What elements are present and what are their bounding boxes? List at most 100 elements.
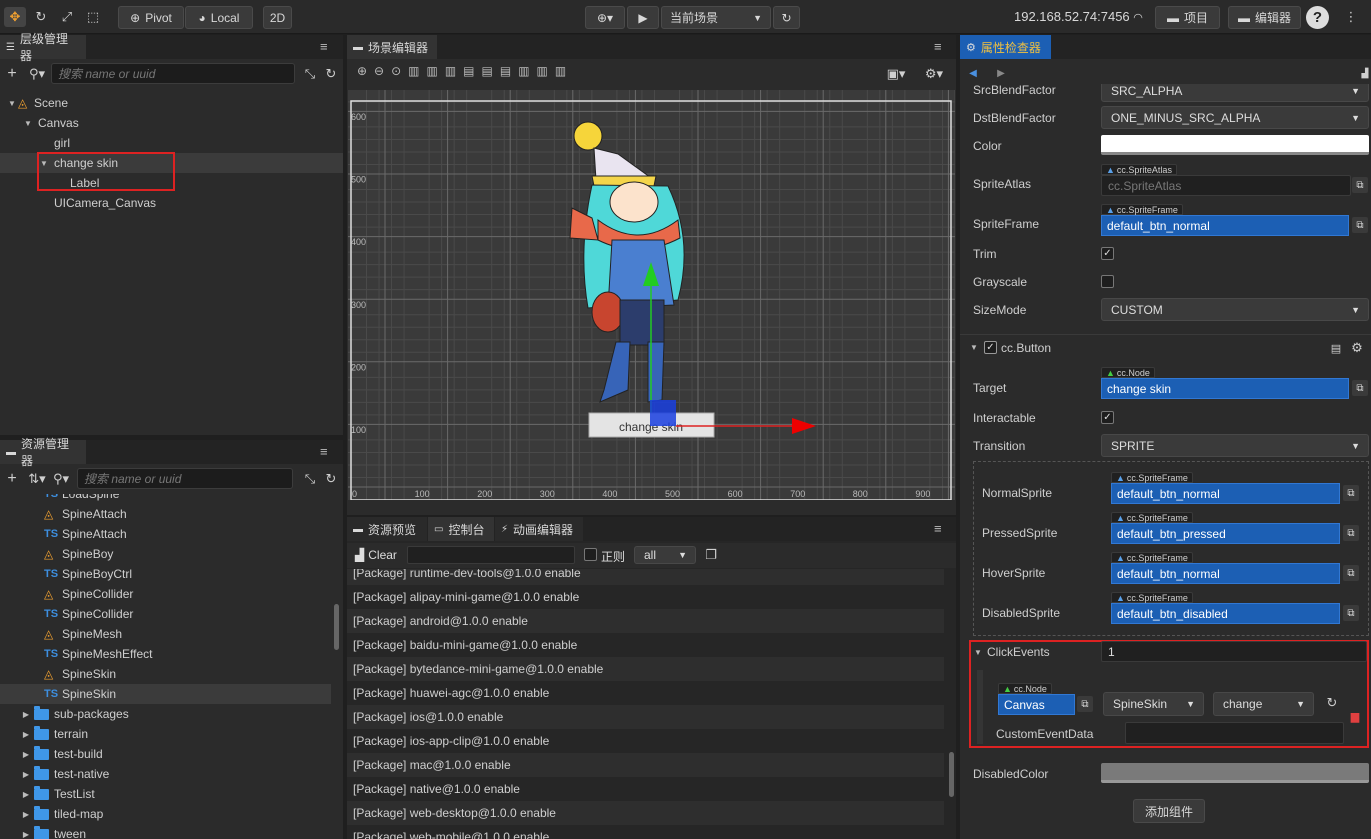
assets-scrollbar[interactable]: [334, 604, 339, 650]
asset-item[interactable]: ◬ SpineMesh: [0, 624, 331, 644]
console-menu-icon[interactable]: ≡: [934, 521, 942, 536]
interactable-checkbox[interactable]: ✓: [1101, 411, 1114, 424]
assets-search-input[interactable]: 搜索 name or uuid: [77, 468, 293, 489]
folder-item[interactable]: ▶ tiled-map: [0, 804, 103, 824]
move-tool-icon[interactable]: ✥: [4, 7, 26, 27]
add-component-button[interactable]: 添加组件: [1133, 799, 1205, 823]
local-button[interactable]: ◕ Local: [185, 6, 253, 29]
collapse-icon[interactable]: ⤡: [302, 469, 318, 489]
asset-picker-icon[interactable]: ⧉: [1343, 605, 1359, 621]
console-scrollbar[interactable]: [949, 752, 954, 797]
editor-button[interactable]: ▬ 编辑器: [1228, 6, 1301, 29]
src-blend-select[interactable]: SRC_ALPHA ▼: [1101, 84, 1369, 102]
expand-arrow-icon[interactable]: ▶: [20, 790, 32, 799]
inspector-tab[interactable]: ⚙ 属性检查器: [960, 35, 1051, 59]
pivot-button[interactable]: ⊕ Pivot: [118, 6, 184, 29]
console-filter-input[interactable]: [407, 546, 575, 564]
back-icon[interactable]: ◀: [966, 65, 980, 81]
search-icon[interactable]: ⚲▾: [27, 64, 47, 84]
disabled-sprite-field[interactable]: default_btn_disabled: [1111, 603, 1340, 624]
expand-arrow-icon[interactable]: ▶: [20, 750, 32, 759]
gear-icon[interactable]: ⚙▾: [922, 65, 946, 83]
search-icon[interactable]: ⚲▾: [51, 469, 71, 489]
custom-event-data-input[interactable]: [1125, 722, 1344, 744]
scene-viewport[interactable]: 0 100 200 300 400 500 600 700 800 900 600 500 400 300…: [348, 90, 955, 500]
tree-node-girl[interactable]: girl: [0, 133, 70, 153]
asset-item[interactable]: ◬ SpineAttach: [0, 504, 331, 524]
dst-blend-select[interactable]: ONE_MINUS_SRC_ALPHA ▼: [1101, 106, 1369, 129]
expand-arrow-icon[interactable]: ▶: [20, 710, 32, 719]
add-icon[interactable]: +: [4, 469, 20, 489]
mode-2d-button[interactable]: 2D: [263, 6, 292, 29]
disabled-color-swatch[interactable]: [1101, 763, 1369, 783]
console-tab[interactable]: ▭ 控制台: [428, 517, 494, 541]
forward-icon[interactable]: ▶: [994, 65, 1008, 81]
project-button[interactable]: ▬ 项目: [1155, 6, 1220, 29]
pressed-sprite-field[interactable]: default_btn_pressed: [1111, 523, 1340, 544]
folder-item[interactable]: ▶ test-native: [0, 764, 109, 784]
folder-item[interactable]: ▶ sub-packages: [0, 704, 129, 724]
sprite-atlas-field[interactable]: cc.SpriteAtlas: [1101, 175, 1351, 196]
expand-arrow-icon[interactable]: ▼: [6, 99, 18, 108]
platform-dropdown[interactable]: ⊕▾: [585, 6, 625, 29]
expand-arrow-icon[interactable]: ▼: [22, 119, 34, 128]
expand-arrow-icon[interactable]: ▶: [20, 830, 32, 839]
click-events-count[interactable]: 1: [1101, 641, 1367, 662]
asset-item[interactable]: TS SpineBoyCtrl: [0, 564, 331, 584]
asset-preview-tab[interactable]: ▬ 资源预览: [347, 517, 427, 541]
more-icon[interactable]: ⋮: [1340, 7, 1362, 27]
sort-icon[interactable]: ⇅▾: [27, 469, 47, 489]
normal-sprite-field[interactable]: default_btn_normal: [1111, 483, 1340, 504]
button-enabled-checkbox[interactable]: ✓: [984, 341, 997, 354]
asset-item[interactable]: ◬ SpineBoy: [0, 544, 331, 564]
hierarchy-search-input[interactable]: 搜索 name or uuid: [51, 63, 295, 84]
asset-item[interactable]: TS SpineMeshEffect: [0, 644, 331, 664]
asset-item[interactable]: ◬ SpineSkin: [0, 664, 331, 684]
event-component-select[interactable]: SpineSkin ▼: [1103, 692, 1204, 716]
scene-select[interactable]: 当前场景 ▼: [661, 6, 771, 29]
book-icon[interactable]: ▤: [1329, 340, 1343, 356]
node-picker-icon[interactable]: ⧉: [1352, 380, 1368, 396]
trash-icon[interactable]: ▆: [1348, 708, 1362, 724]
asset-picker-icon[interactable]: ⧉: [1352, 217, 1368, 233]
asset-item[interactable]: TS SpineAttach: [0, 524, 331, 544]
collapse-arrow-icon[interactable]: ▼: [974, 648, 982, 657]
assets-menu-icon[interactable]: ≡: [320, 444, 328, 459]
transition-select[interactable]: SPRITE ▼: [1101, 434, 1369, 457]
refresh-icon[interactable]: ↻: [323, 64, 339, 84]
scene-tab[interactable]: ▬ 场景编辑器: [347, 35, 437, 59]
rotate-tool-icon[interactable]: ↻: [30, 7, 52, 27]
collapse-arrow-icon[interactable]: ▼: [970, 343, 978, 352]
animation-tab[interactable]: ⚡ 动画编辑器: [495, 517, 583, 541]
folder-item[interactable]: ▶ TestList: [0, 784, 95, 804]
folder-item[interactable]: ▶ test-build: [0, 744, 103, 764]
target-field[interactable]: change skin: [1101, 378, 1349, 399]
asset-picker-icon[interactable]: ⧉: [1343, 565, 1359, 581]
play-button[interactable]: ▶: [627, 6, 659, 29]
scene-menu-icon[interactable]: ≡: [934, 39, 942, 54]
tree-node-scene[interactable]: ▼ ◬ Scene: [0, 93, 68, 113]
asset-picker-icon[interactable]: ⧉: [1352, 177, 1368, 193]
refresh-icon[interactable]: ↻: [323, 469, 339, 489]
clear-button[interactable]: ▟ Clear: [355, 548, 397, 562]
help-button[interactable]: ?: [1306, 6, 1329, 29]
asset-picker-icon[interactable]: ⧉: [1343, 525, 1359, 541]
hierarchy-tab[interactable]: ☰ 层级管理器: [0, 32, 86, 63]
tree-node-canvas[interactable]: ▼ Canvas: [0, 113, 79, 133]
asset-picker-icon[interactable]: ⧉: [1343, 485, 1359, 501]
rect-tool-icon[interactable]: ⬚: [82, 7, 104, 27]
folder-item[interactable]: ▶ tween: [0, 824, 86, 839]
expand-arrow-icon[interactable]: ▶: [20, 770, 32, 779]
scale-tool-icon[interactable]: ⤢: [56, 7, 78, 27]
regex-checkbox[interactable]: [584, 548, 597, 561]
asset-item[interactable]: TS LoadSpine: [0, 494, 331, 504]
copy-icon[interactable]: ❐: [704, 547, 718, 563]
lock-icon[interactable]: ▟: [1360, 66, 1370, 80]
asset-item[interactable]: TS SpineSkin: [0, 684, 331, 704]
expand-arrow-icon[interactable]: ▶: [20, 810, 32, 819]
event-node-field[interactable]: Canvas: [998, 694, 1075, 715]
folder-item[interactable]: ▶ terrain: [0, 724, 88, 744]
node-picker-icon[interactable]: ⧉: [1077, 696, 1093, 712]
size-mode-select[interactable]: CUSTOM ▼: [1101, 298, 1369, 321]
collapse-icon[interactable]: ⤡: [302, 64, 318, 84]
